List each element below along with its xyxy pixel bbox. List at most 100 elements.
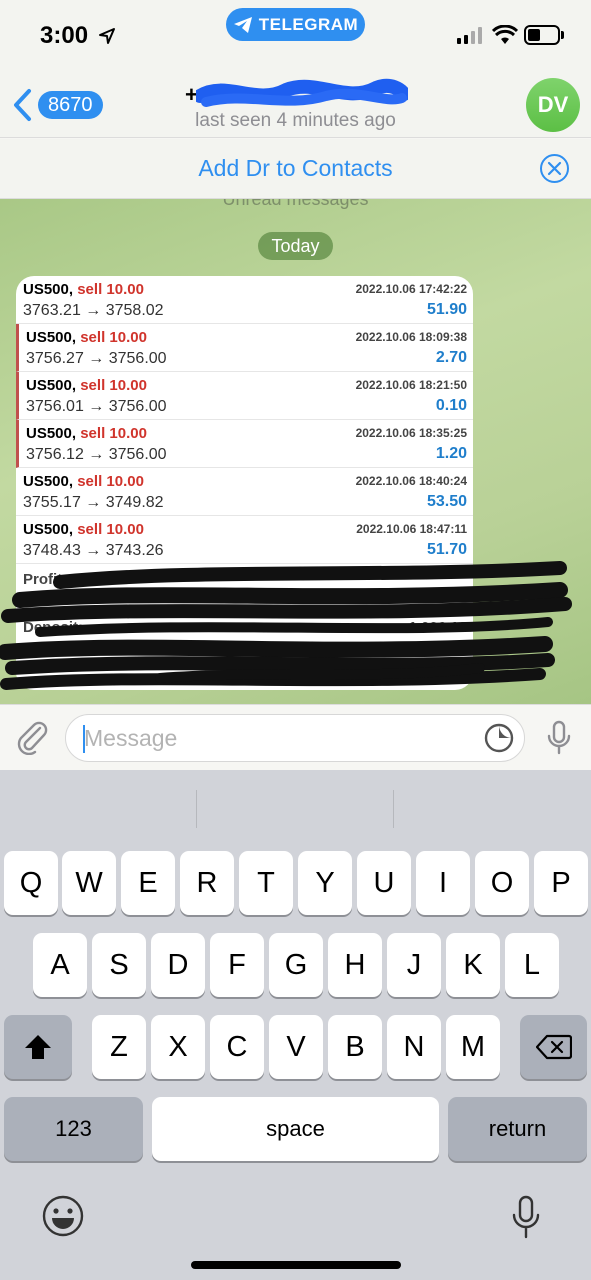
status-time: 3:00 — [40, 22, 89, 49]
close-circle-icon[interactable] — [540, 154, 569, 183]
key-j[interactable]: J — [387, 933, 441, 997]
key-e[interactable]: E — [121, 851, 175, 915]
key-p[interactable]: P — [534, 851, 588, 915]
add-contact-bar: Add Dr to Contacts — [0, 139, 591, 199]
dictation-icon[interactable] — [511, 1195, 541, 1239]
trade-profit: 53.50 — [426, 493, 467, 510]
key-c[interactable]: C — [210, 1015, 264, 1079]
trade-profit: 51.90 — [426, 301, 467, 318]
telegram-app-pill[interactable]: TELEGRAM — [226, 8, 365, 41]
trade-side: sell 10.00 — [80, 329, 147, 346]
key-o[interactable]: O — [475, 851, 529, 915]
key-v[interactable]: V — [269, 1015, 323, 1079]
key-y[interactable]: Y — [298, 851, 352, 915]
key-g[interactable]: G — [269, 933, 323, 997]
text-caret — [83, 725, 85, 753]
key-w[interactable]: W — [62, 851, 116, 915]
trade-time: 2022.10.06 18:35:25 — [355, 426, 467, 440]
navigation-arrow-icon — [99, 28, 115, 44]
add-to-contacts-button[interactable]: Add Dr to Contacts — [0, 155, 591, 182]
key-l[interactable]: L — [505, 933, 559, 997]
trade-time: 2022.10.06 18:47:11 — [356, 522, 467, 536]
trade-profit: 2.70 — [435, 349, 467, 366]
key-d[interactable]: D — [151, 933, 205, 997]
suggestion-divider — [196, 790, 197, 828]
trade-prices: 3756.27 → 3756.00 — [26, 350, 167, 367]
key-f[interactable]: F — [210, 933, 264, 997]
signal-icon — [457, 27, 482, 44]
trade-side: sell 10.00 — [80, 425, 147, 442]
profit-label: Profit: — [23, 571, 68, 588]
wifi-icon — [492, 25, 518, 44]
keyboard: Q W E R T Y U I O P A S D F G H J K L Z … — [0, 770, 591, 1280]
chat-header: 8670 + last seen 4 minutes ago DV — [0, 70, 591, 138]
trade-time: 2022.10.06 18:40:24 — [355, 474, 467, 488]
battery-tip — [561, 31, 564, 39]
deposit-label: Deposit: — [23, 619, 83, 636]
message-input-bar — [0, 704, 591, 770]
trade-row: US500, sell 10.00 3756.01 → 3756.00 2022… — [16, 372, 473, 420]
key-z[interactable]: Z — [92, 1015, 146, 1079]
message-input[interactable] — [65, 714, 525, 762]
avatar[interactable]: DV — [526, 78, 580, 132]
trade-symbol: US500, sell 10.00 — [26, 329, 147, 346]
trade-side: sell 10.00 — [77, 521, 144, 538]
key-s[interactable]: S — [92, 933, 146, 997]
trade-side: sell 10.00 — [80, 377, 147, 394]
withdrawal-label: Withdrawal: — [23, 642, 108, 659]
key-k[interactable]: K — [446, 933, 500, 997]
suggestion-divider — [393, 790, 394, 828]
trade-side: sell 10.00 — [77, 281, 144, 298]
deposit-value: 1 006.19 — [408, 619, 467, 636]
shift-key[interactable] — [4, 1015, 72, 1079]
chat-background: Unread messages Today US500, sell 10.00 … — [0, 199, 591, 704]
emoji-icon[interactable] — [42, 1195, 84, 1237]
trade-prices: 3756.01 → 3756.00 — [26, 398, 167, 415]
trade-symbol: US500, sell 10.00 — [23, 473, 144, 490]
trade-row: US500, sell 10.00 3755.17 → 3749.82 2022… — [16, 468, 473, 516]
key-b[interactable]: B — [328, 1015, 382, 1079]
trade-row: US500, sell 10.00 3748.43 → 3743.26 2022… — [16, 516, 473, 564]
status-bar: 3:00 TELEGRAM — [0, 0, 591, 70]
message-bubble[interactable]: US500, sell 10.00 3763.21 → 3758.02 2022… — [16, 276, 473, 690]
sticker-icon[interactable] — [484, 723, 514, 753]
telegram-pill-label: TELEGRAM — [258, 14, 359, 34]
backspace-key[interactable] — [520, 1015, 587, 1079]
last-seen-status: last seen 4 minutes ago — [195, 110, 396, 131]
trade-prices: 3756.12 → 3756.00 — [26, 446, 167, 463]
trade-profit: 51.70 — [426, 541, 467, 558]
trade-time: 2022.10.06 18:09:38 — [355, 330, 467, 344]
key-i[interactable]: I — [416, 851, 470, 915]
trade-prices: 3748.43 → 3743.26 — [23, 542, 164, 559]
key-m[interactable]: M — [446, 1015, 500, 1079]
key-x[interactable]: X — [151, 1015, 205, 1079]
key-t[interactable]: T — [239, 851, 293, 915]
trade-side: sell 10.00 — [77, 473, 144, 490]
trade-symbol: US500, sell 10.00 — [23, 281, 144, 298]
key-n[interactable]: N — [387, 1015, 441, 1079]
shift-icon — [25, 1035, 51, 1059]
key-h[interactable]: H — [328, 933, 382, 997]
redaction-scribble — [196, 78, 408, 107]
trade-row: US500, sell 10.00 3756.12 → 3756.00 2022… — [16, 420, 473, 468]
space-key[interactable]: space — [152, 1097, 439, 1161]
battery-icon — [524, 25, 560, 45]
home-indicator — [191, 1261, 401, 1269]
key-q[interactable]: Q — [4, 851, 58, 915]
trade-time: 2022.10.06 18:21:50 — [355, 378, 467, 392]
key-u[interactable]: U — [357, 851, 411, 915]
trade-profit: 1.20 — [435, 445, 467, 462]
trade-prices: 3763.21 → 3758.02 — [23, 302, 164, 319]
trade-symbol: US500, sell 10.00 — [26, 425, 147, 442]
date-pill: Today — [258, 232, 333, 260]
trade-row: US500, sell 10.00 3756.27 → 3756.00 2022… — [16, 324, 473, 372]
telegram-plane-icon — [233, 16, 252, 33]
return-key[interactable]: return — [448, 1097, 587, 1161]
trade-row: US500, sell 10.00 3763.21 → 3758.02 2022… — [16, 276, 473, 324]
paperclip-icon[interactable] — [14, 719, 50, 755]
key-a[interactable]: A — [33, 933, 87, 997]
trade-profit: 0.10 — [435, 397, 467, 414]
key-r[interactable]: R — [180, 851, 234, 915]
numbers-key[interactable]: 123 — [4, 1097, 143, 1161]
microphone-icon[interactable] — [546, 720, 572, 756]
